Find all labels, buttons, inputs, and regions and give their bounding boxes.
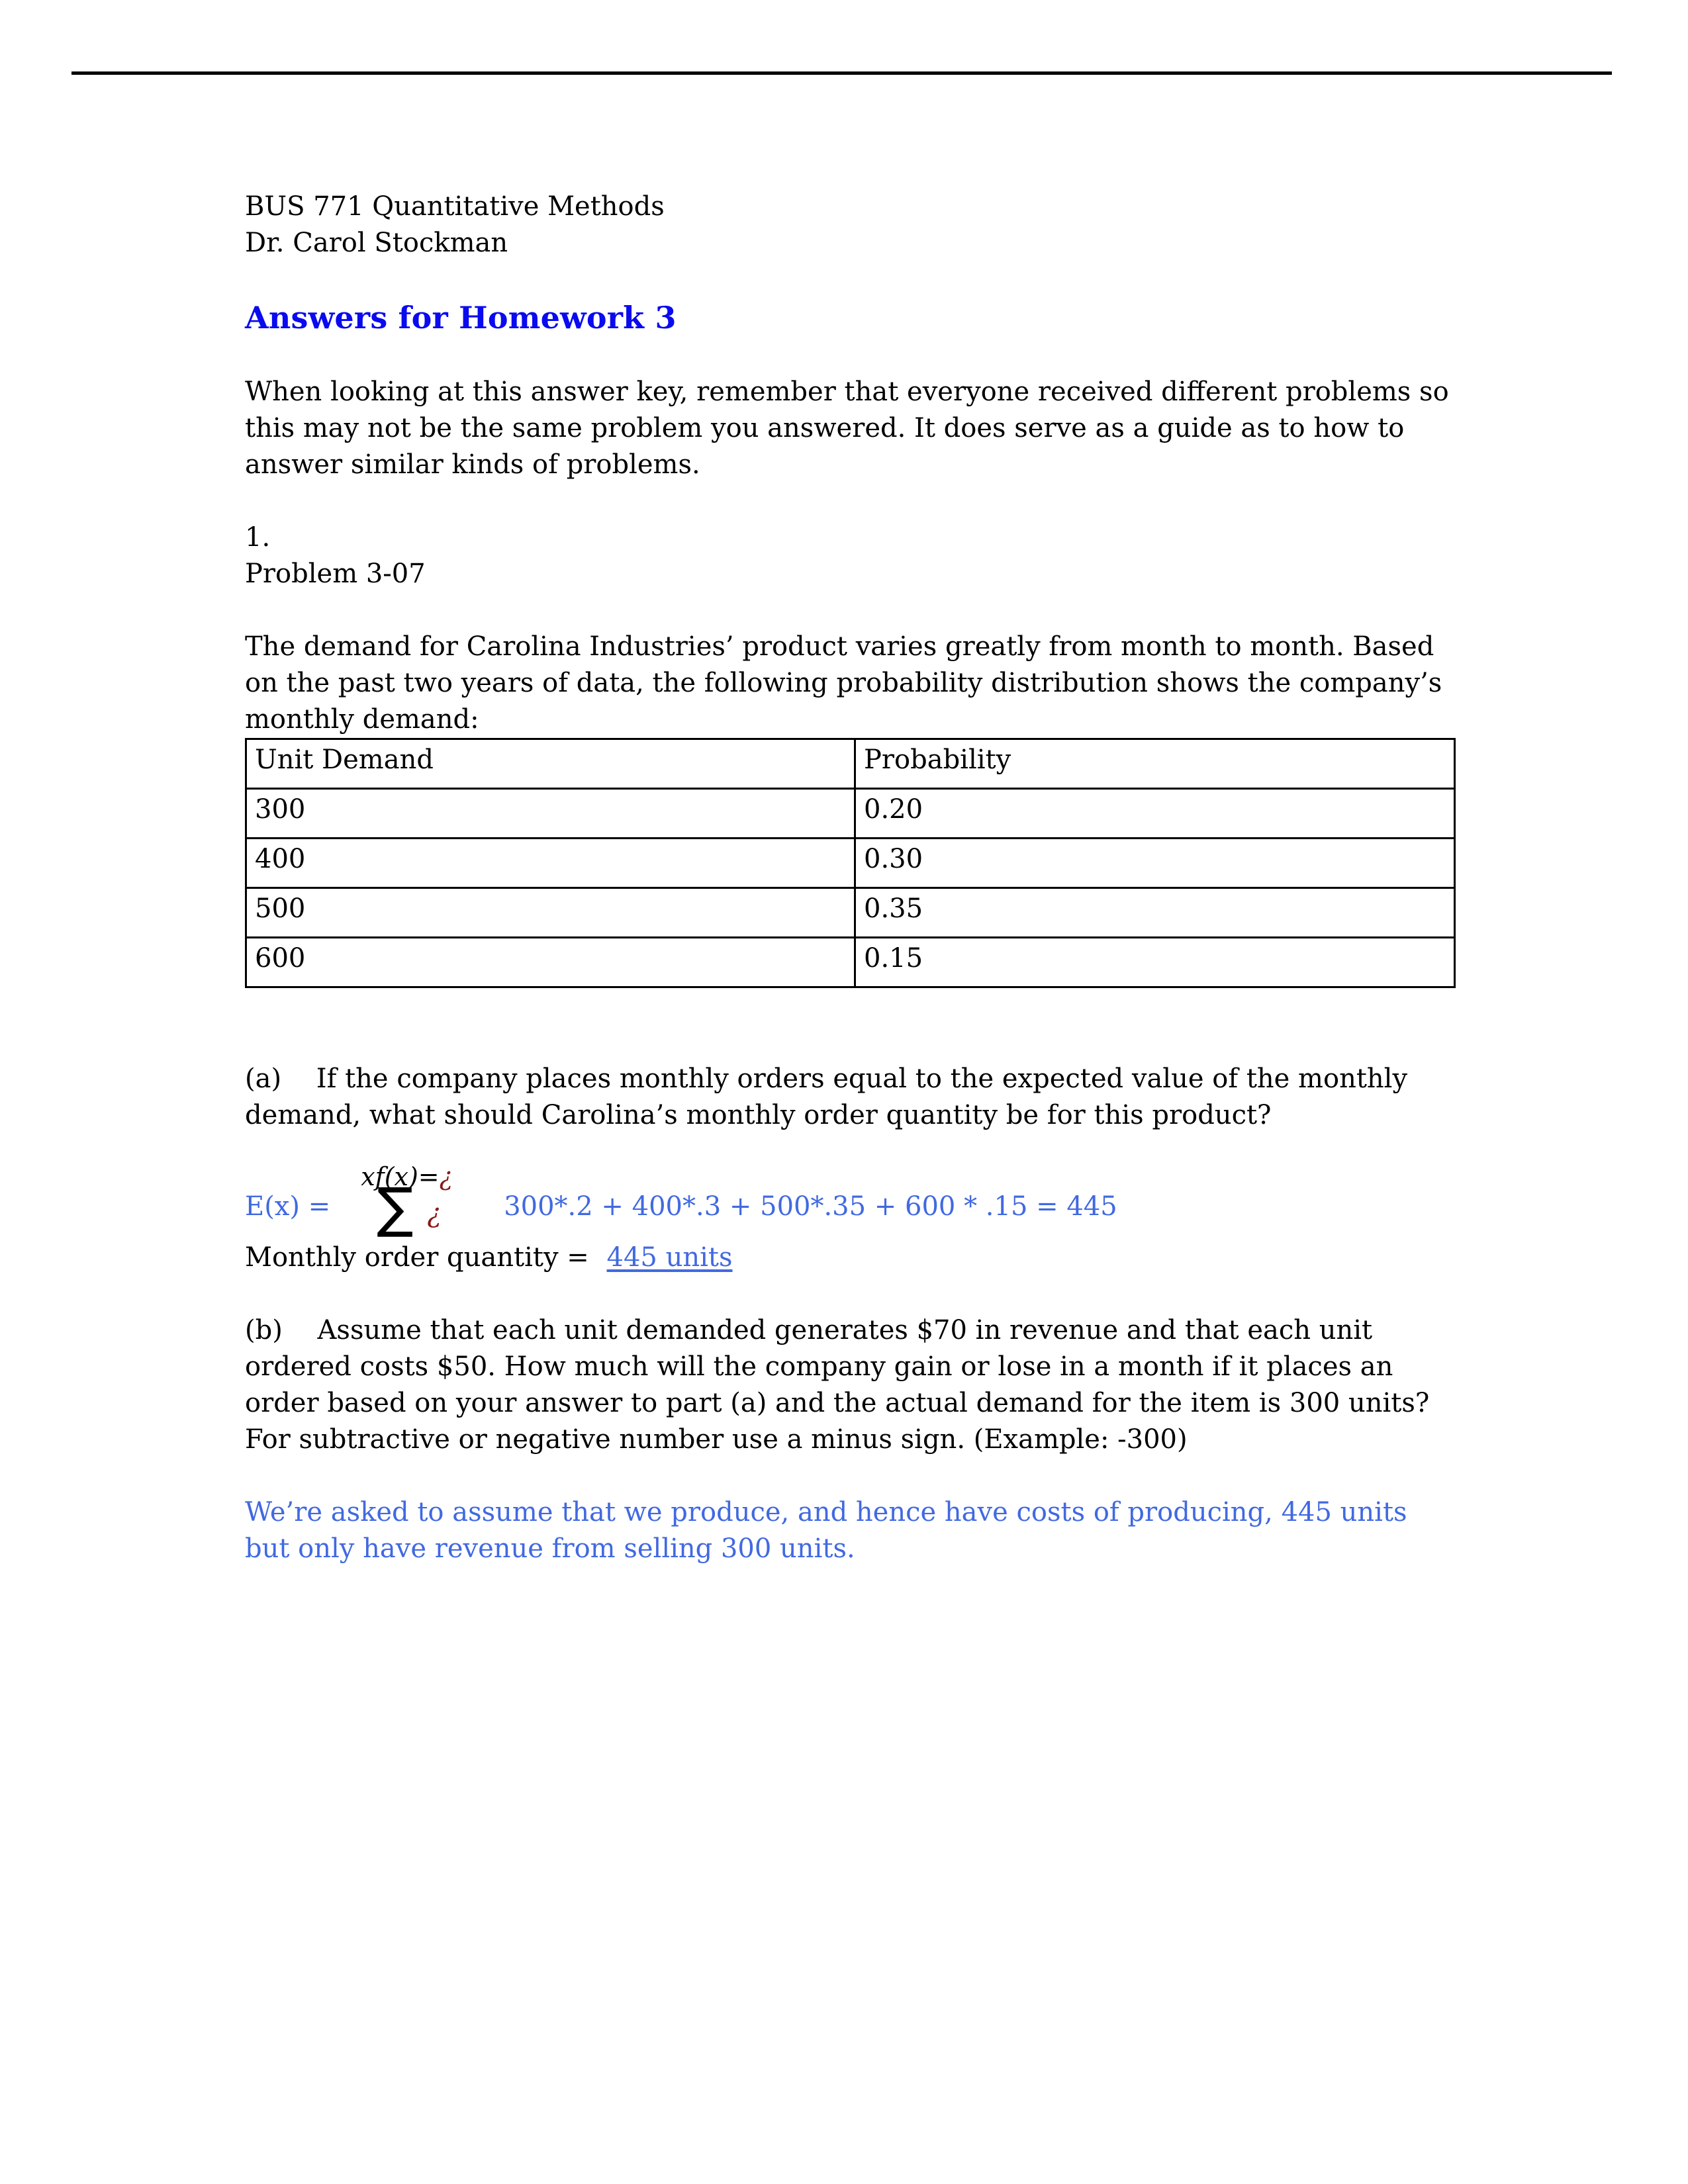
cell-unit-demand: 600 xyxy=(245,936,856,988)
summation-lower-marker-icon: ¿ xyxy=(427,1199,442,1229)
problem-statement: The demand for Carolina Industries’ prod… xyxy=(245,631,1442,735)
column-header-probability: Probability xyxy=(854,738,1456,790)
part-b-note: For subtractive or negative number use a… xyxy=(245,1424,1188,1455)
page-title: Answers for Homework 3 xyxy=(245,300,677,336)
answer-label: Monthly order quantity = xyxy=(245,1242,598,1273)
instructor-line: Dr. Carol Stockman xyxy=(245,228,508,258)
answer-value: 445 units xyxy=(606,1242,733,1273)
formula-left-hand-side: E(x) = xyxy=(245,1191,331,1222)
cell-unit-demand: 300 xyxy=(245,788,856,839)
header-divider-rule xyxy=(71,71,1612,75)
table-row: 500 0.35 xyxy=(245,887,1456,938)
cell-unit-demand: 500 xyxy=(245,887,856,938)
course-line: BUS 771 Quantitative Methods xyxy=(245,191,665,222)
intro-paragraph: When looking at this answer key, remembe… xyxy=(245,377,1449,480)
column-header-unit-demand: Unit Demand xyxy=(245,738,856,790)
inverted-question-mark-icon: ¿ xyxy=(439,1162,453,1191)
cell-unit-demand: 400 xyxy=(245,837,856,889)
cell-probability: 0.30 xyxy=(854,837,1456,889)
part-b-answer-paragraph: We’re asked to assume that we produce, a… xyxy=(245,1497,1407,1564)
table-row: 400 0.30 xyxy=(245,837,1456,889)
table-row: 600 0.15 xyxy=(245,936,1456,988)
formula-equals-sign: = xyxy=(418,1162,440,1191)
demand-probability-table: Unit Demand Probability 300 0.20 400 0.3… xyxy=(245,738,1456,988)
summation-notation-group: xf(x)=¿ ∑ ¿ xyxy=(342,1161,494,1240)
part-a-prompt: (a) If the company places monthly orders… xyxy=(245,1064,1408,1130)
expected-value-formula: E(x) = xf(x)=¿ ∑ ¿ 300*.2 + 400*.3 + 500… xyxy=(245,1160,1456,1240)
cell-probability: 0.35 xyxy=(854,887,1456,938)
cell-probability: 0.20 xyxy=(854,788,1456,839)
question-number: 1. xyxy=(245,522,271,553)
formula-right-hand-side: 300*.2 + 400*.3 + 500*.35 + 600 * .15 = … xyxy=(504,1191,1117,1222)
document-page: BUS 771 Quantitative Methods Dr. Carol S… xyxy=(0,0,1688,2184)
part-b-prompt: (b) Assume that each unit demanded gener… xyxy=(245,1315,1430,1418)
cell-probability: 0.15 xyxy=(854,936,1456,988)
document-body: BUS 771 Quantitative Methods Dr. Carol S… xyxy=(245,189,1456,1567)
table-row: 300 0.20 xyxy=(245,788,1456,839)
problem-label: Problem 3-07 xyxy=(245,559,426,589)
summation-sigma-icon: ∑ xyxy=(377,1177,414,1240)
table-header-row: Unit Demand Probability xyxy=(245,738,1456,790)
monthly-order-quantity-line: Monthly order quantity = 445 units xyxy=(245,1240,1456,1276)
